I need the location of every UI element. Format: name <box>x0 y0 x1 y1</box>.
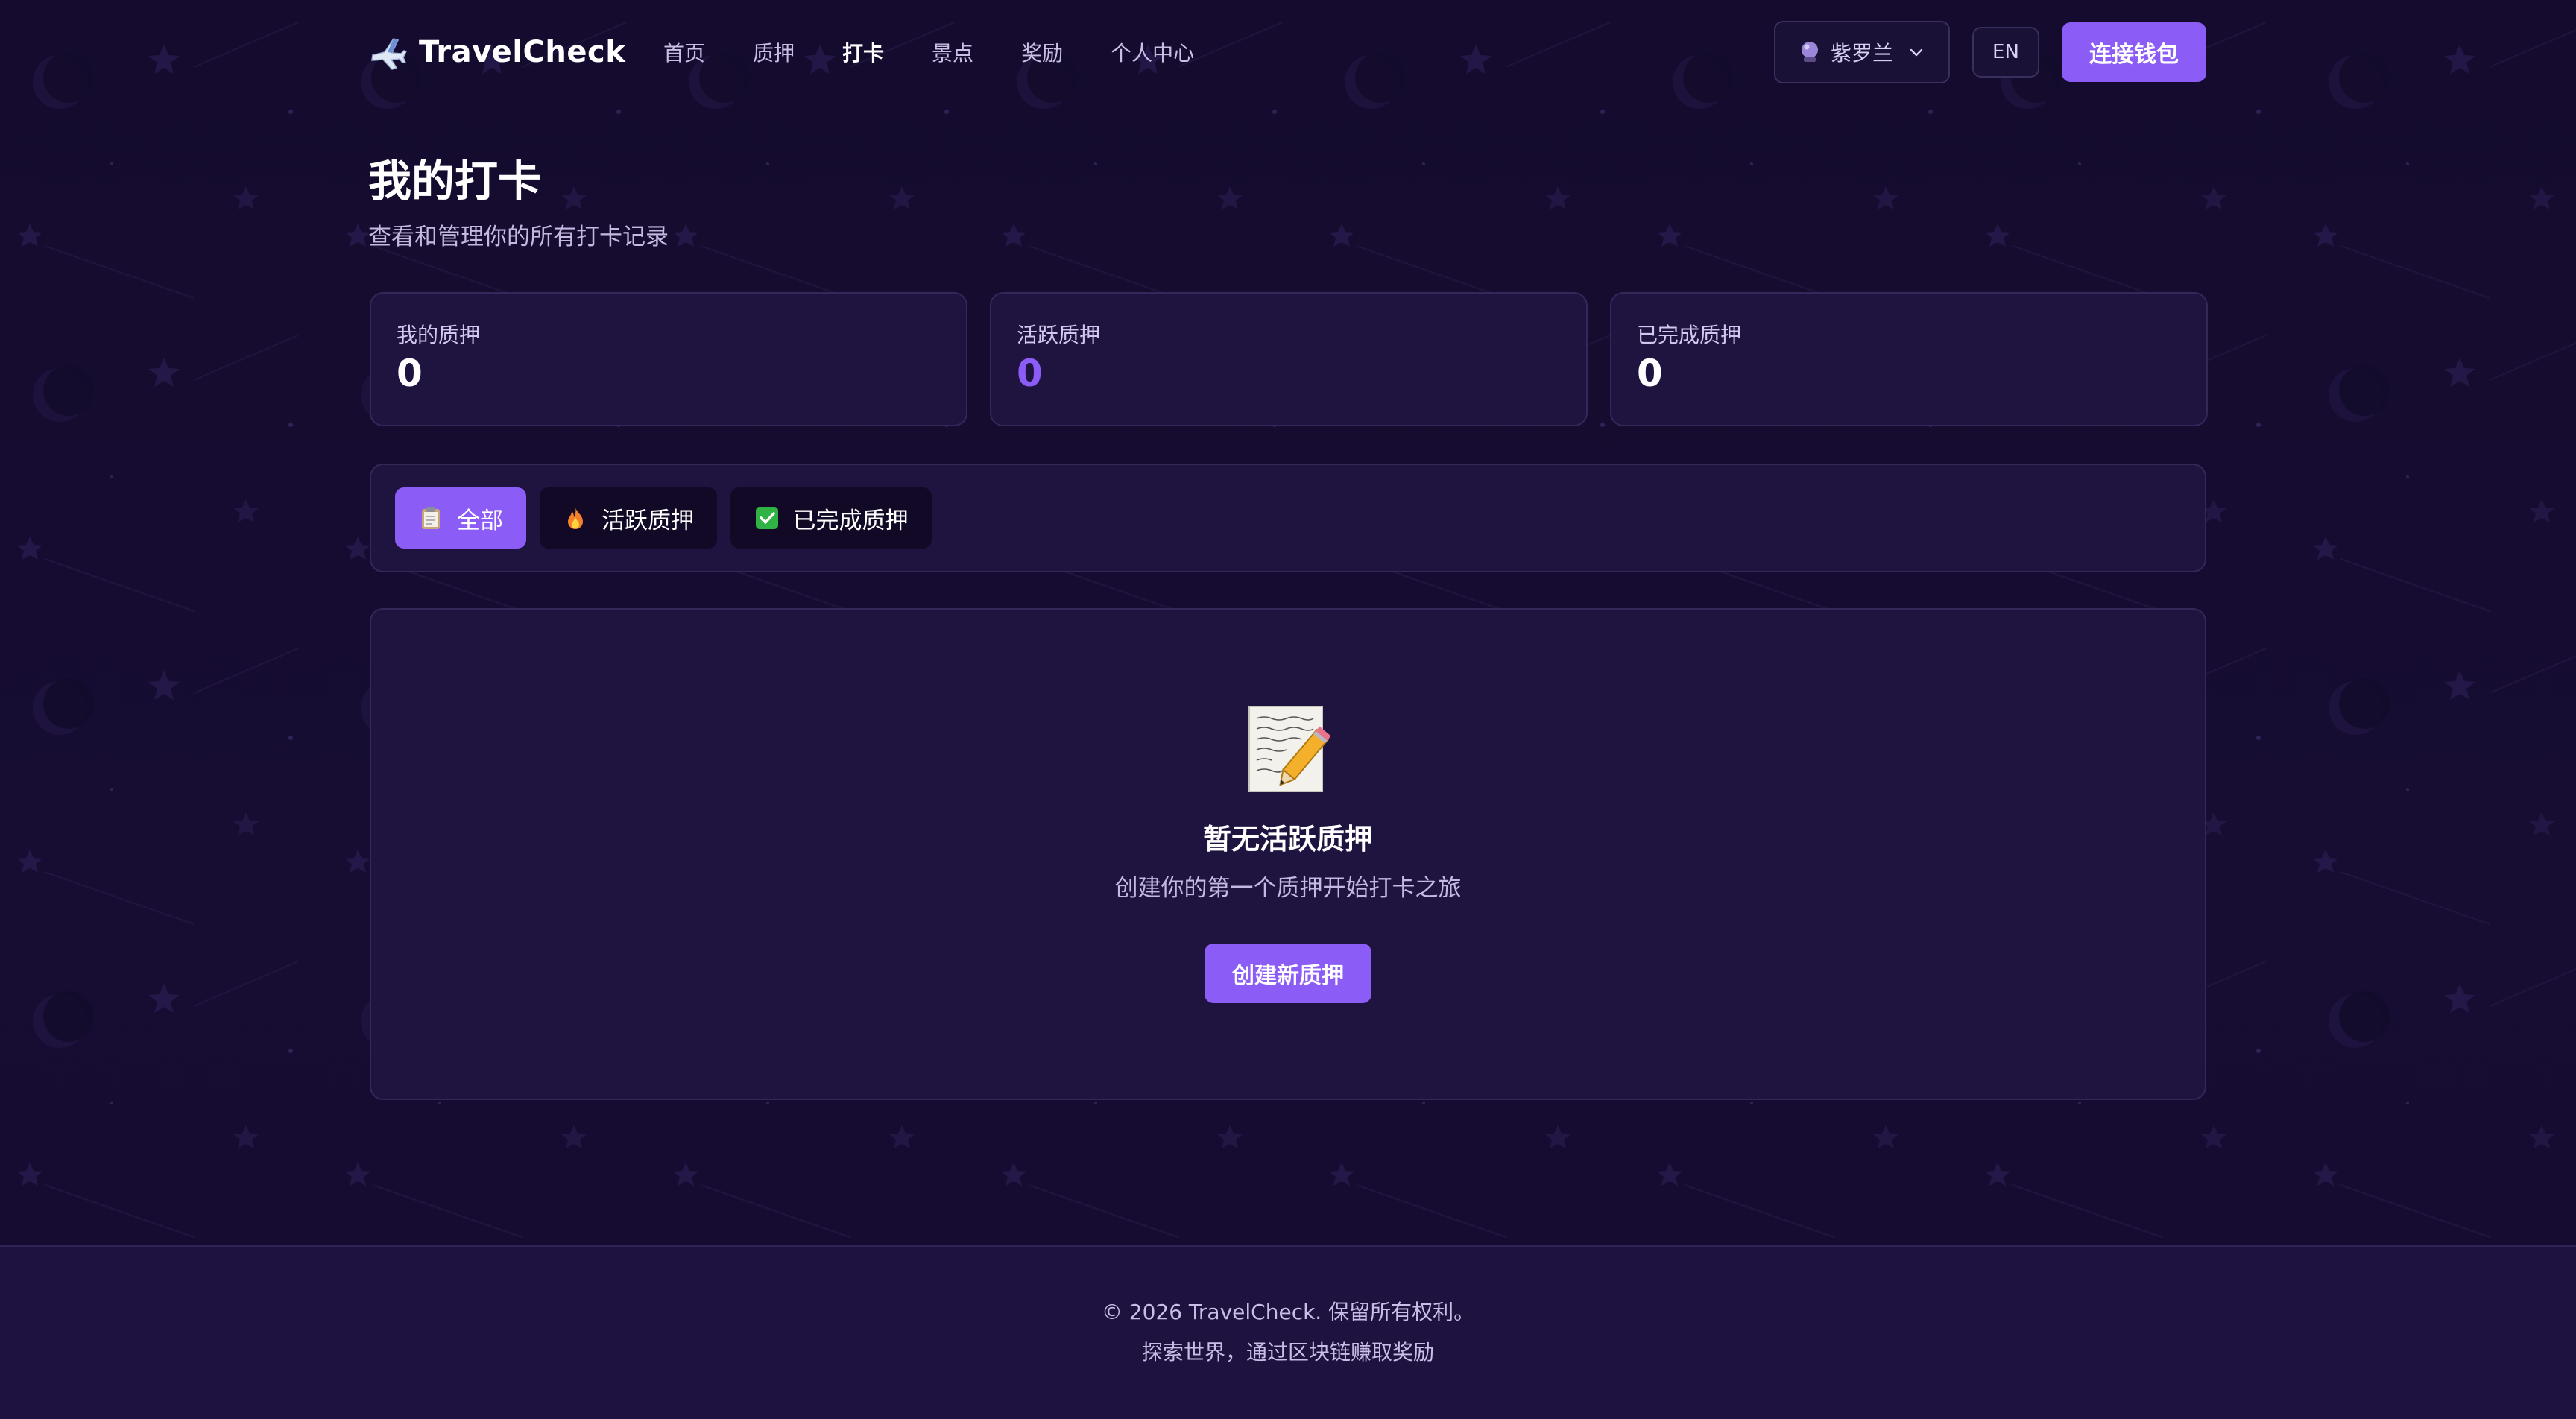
fire-icon <box>568 508 583 529</box>
footer: © 2026 TravelCheck. 保留所有权利。 探索世界，通过区块链赚取… <box>0 1245 2576 1419</box>
tab-label: 全部 <box>457 507 503 534</box>
tab-active-stakes[interactable]: 活跃质押 <box>540 487 717 549</box>
stat-label: 已完成质押 <box>1637 323 1742 347</box>
clipboard-icon <box>422 507 440 529</box>
page-subtitle: 查看和管理你的所有打卡记录 <box>368 224 669 250</box>
nav-item-stake[interactable]: 质押 <box>753 37 795 67</box>
theme-select[interactable]: 紫罗兰 <box>1774 21 1950 83</box>
stat-label: 我的质押 <box>397 323 481 347</box>
check-mark-icon <box>755 507 778 529</box>
empty-state-description: 创建你的第一个质押开始打卡之旅 <box>1114 875 1462 902</box>
filter-tabs-panel: 全部 活跃质押 已完成质押 <box>370 464 2206 572</box>
stat-card-completed-stakes: 已完成质押 0 <box>1610 292 2208 426</box>
brand-logo[interactable]: TravelCheck <box>368 28 625 76</box>
stat-value: 0 <box>1637 352 1663 395</box>
app-root: TravelCheck 首页 质押 打卡 景点 奖励 个人中心 紫罗兰 EN 连… <box>0 0 2576 1419</box>
nav-item-attractions[interactable]: 景点 <box>932 37 973 67</box>
empty-state-title: 暂无活跃质押 <box>1202 823 1373 856</box>
footer-tagline: 探索世界，通过区块链赚取奖励 <box>1141 1340 1434 1365</box>
tab-completed-stakes[interactable]: 已完成质押 <box>730 487 932 549</box>
stat-label: 活跃质押 <box>1017 323 1101 347</box>
stat-card-my-stakes: 我的质押 0 <box>370 292 967 426</box>
create-stake-button[interactable]: 创建新质押 <box>1205 944 1371 1003</box>
main-nav: 首页 质押 打卡 景点 奖励 个人中心 <box>663 33 1242 72</box>
tab-all[interactable]: 全部 <box>395 487 526 549</box>
nav-item-rewards[interactable]: 奖励 <box>1021 37 1063 67</box>
footer-copyright: © 2026 TravelCheck. 保留所有权利。 <box>1101 1300 1475 1324</box>
connect-wallet-button[interactable]: 连接钱包 <box>2062 22 2206 82</box>
tab-label: 活跃质押 <box>602 507 694 534</box>
tab-label: 已完成质押 <box>792 507 909 534</box>
language-toggle-button[interactable]: EN <box>1972 27 2039 78</box>
airplane-icon <box>371 38 407 70</box>
memo-icon <box>1248 706 1330 792</box>
chevron-down-icon <box>1910 48 1923 57</box>
stat-value: 0 <box>1017 352 1043 395</box>
top-navbar: TravelCheck 首页 质押 打卡 景点 奖励 个人中心 紫罗兰 EN 连… <box>0 0 2576 104</box>
theme-select-label: 紫罗兰 <box>1830 41 1893 66</box>
nav-item-checkin[interactable]: 打卡 <box>842 37 884 67</box>
brand-name: TravelCheck <box>419 35 626 69</box>
nav-item-profile[interactable]: 个人中心 <box>1111 37 1194 67</box>
stat-card-active-stakes: 活跃质押 0 <box>990 292 1588 426</box>
crystal-ball-icon <box>1801 42 1818 62</box>
page-title: 我的打卡 <box>368 156 542 206</box>
nav-item-home[interactable]: 首页 <box>663 37 705 67</box>
stat-value: 0 <box>397 352 423 395</box>
